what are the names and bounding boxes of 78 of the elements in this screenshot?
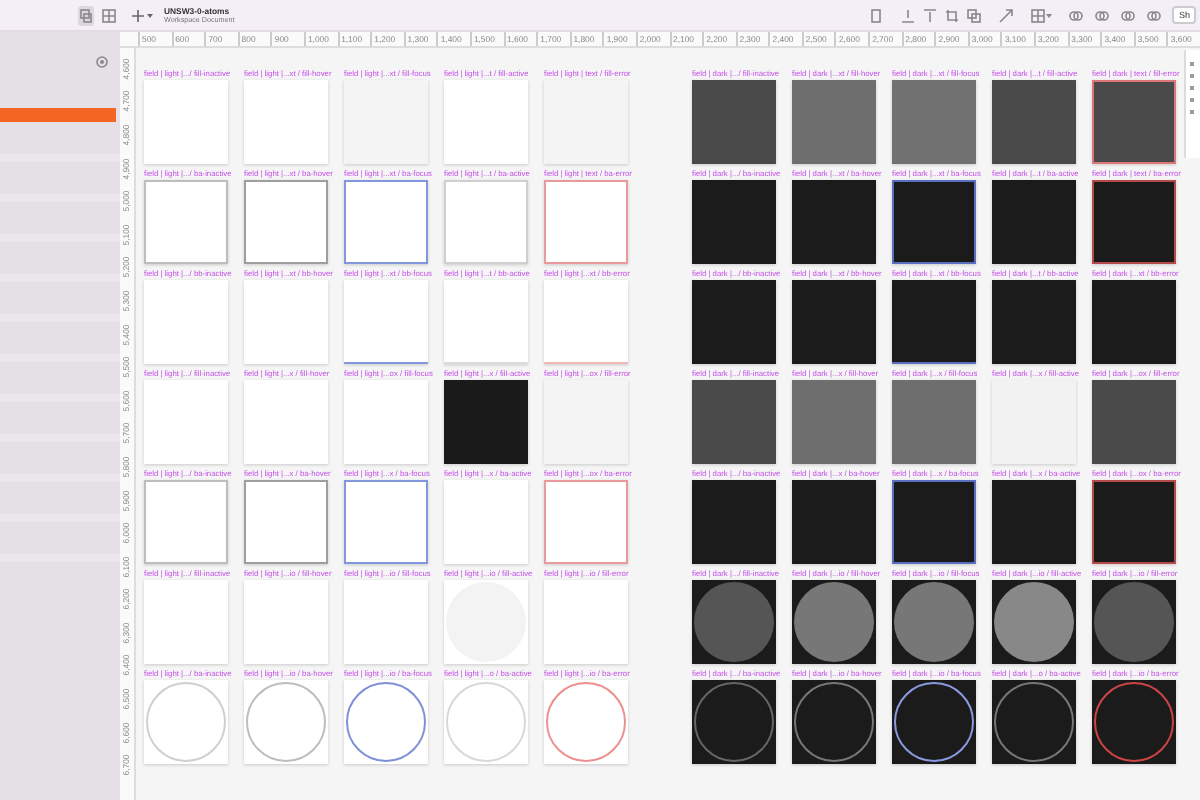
grid-icon[interactable]: [1030, 7, 1047, 23]
field-frame[interactable]: [544, 580, 628, 664]
field-frame[interactable]: [144, 80, 228, 164]
field-frame[interactable]: [244, 80, 328, 164]
field-frame[interactable]: [344, 480, 428, 564]
field-frame[interactable]: [344, 280, 428, 364]
field-frame[interactable]: [1092, 680, 1176, 764]
field-frame[interactable]: [992, 280, 1076, 364]
field-frame[interactable]: [892, 80, 976, 164]
field-frame[interactable]: [892, 680, 976, 764]
field-frame[interactable]: [892, 480, 976, 564]
field-frame[interactable]: [892, 180, 976, 264]
grid-icon[interactable]: [102, 7, 116, 23]
field-frame[interactable]: [992, 80, 1076, 164]
layers-icon[interactable]: [80, 7, 92, 23]
field-frame[interactable]: [892, 380, 976, 464]
field-frame[interactable]: [792, 480, 876, 564]
field-frame[interactable]: [444, 80, 528, 164]
field-frame[interactable]: [892, 580, 976, 664]
field-frame[interactable]: [992, 180, 1076, 264]
field-frame[interactable]: [144, 280, 228, 364]
field-frame[interactable]: [244, 180, 328, 264]
field-frame[interactable]: [692, 280, 776, 364]
field-frame[interactable]: [992, 480, 1076, 564]
field-frame[interactable]: [444, 580, 528, 664]
field-frame[interactable]: [1092, 180, 1176, 264]
field-frame[interactable]: [244, 480, 328, 564]
field-frame[interactable]: [544, 480, 628, 564]
field-frame[interactable]: [992, 680, 1076, 764]
field-frame[interactable]: [692, 380, 776, 464]
field-frame[interactable]: [792, 280, 876, 364]
field-frame[interactable]: [692, 480, 776, 564]
plus-icon[interactable]: [132, 7, 144, 23]
field-frame[interactable]: [792, 80, 876, 164]
field-frame[interactable]: [1092, 380, 1176, 464]
align-bottom-icon[interactable]: [900, 7, 917, 23]
field-frame[interactable]: [244, 680, 328, 764]
field-frame[interactable]: [992, 580, 1076, 664]
gear-icon[interactable]: [94, 54, 110, 70]
frame-icon[interactable]: [868, 7, 885, 23]
field-frame[interactable]: [244, 580, 328, 664]
field-frame[interactable]: [144, 380, 228, 464]
field-frame[interactable]: [544, 80, 628, 164]
field-frame[interactable]: [1092, 80, 1176, 164]
field-frame[interactable]: [792, 580, 876, 664]
crop-icon[interactable]: [944, 7, 961, 23]
field-frame[interactable]: [692, 680, 776, 764]
field-frame[interactable]: [992, 380, 1076, 464]
field-frame[interactable]: [544, 180, 628, 264]
field-frame[interactable]: [544, 380, 628, 464]
field-frame[interactable]: [344, 380, 428, 464]
field-frame[interactable]: [792, 180, 876, 264]
field-frame[interactable]: [444, 380, 528, 464]
field-frame[interactable]: [1092, 280, 1176, 364]
field-frame[interactable]: [692, 580, 776, 664]
field-frame[interactable]: [144, 480, 228, 564]
field-frame[interactable]: [344, 580, 428, 664]
field-frame[interactable]: [344, 680, 428, 764]
field-frame[interactable]: [1092, 480, 1176, 564]
field-frame[interactable]: [244, 380, 328, 464]
field-frame[interactable]: [144, 580, 228, 664]
field-frame[interactable]: [692, 80, 776, 164]
field-frame[interactable]: [792, 680, 876, 764]
field-frame[interactable]: [444, 480, 528, 564]
field-frame[interactable]: [544, 280, 628, 364]
selected-item[interactable]: [0, 108, 116, 122]
field-frame[interactable]: [344, 80, 428, 164]
field-frame[interactable]: [692, 180, 776, 264]
field-frame[interactable]: [144, 180, 228, 264]
field-frame[interactable]: [1092, 580, 1176, 664]
copy-icon[interactable]: [966, 7, 983, 23]
field-frame[interactable]: [892, 280, 976, 364]
field-frame[interactable]: [244, 280, 328, 364]
field-frame[interactable]: [792, 380, 876, 464]
align-top-icon[interactable]: [922, 7, 939, 23]
field-frame[interactable]: [344, 180, 428, 264]
resize-icon[interactable]: [998, 7, 1015, 23]
field-frame[interactable]: [544, 680, 628, 764]
